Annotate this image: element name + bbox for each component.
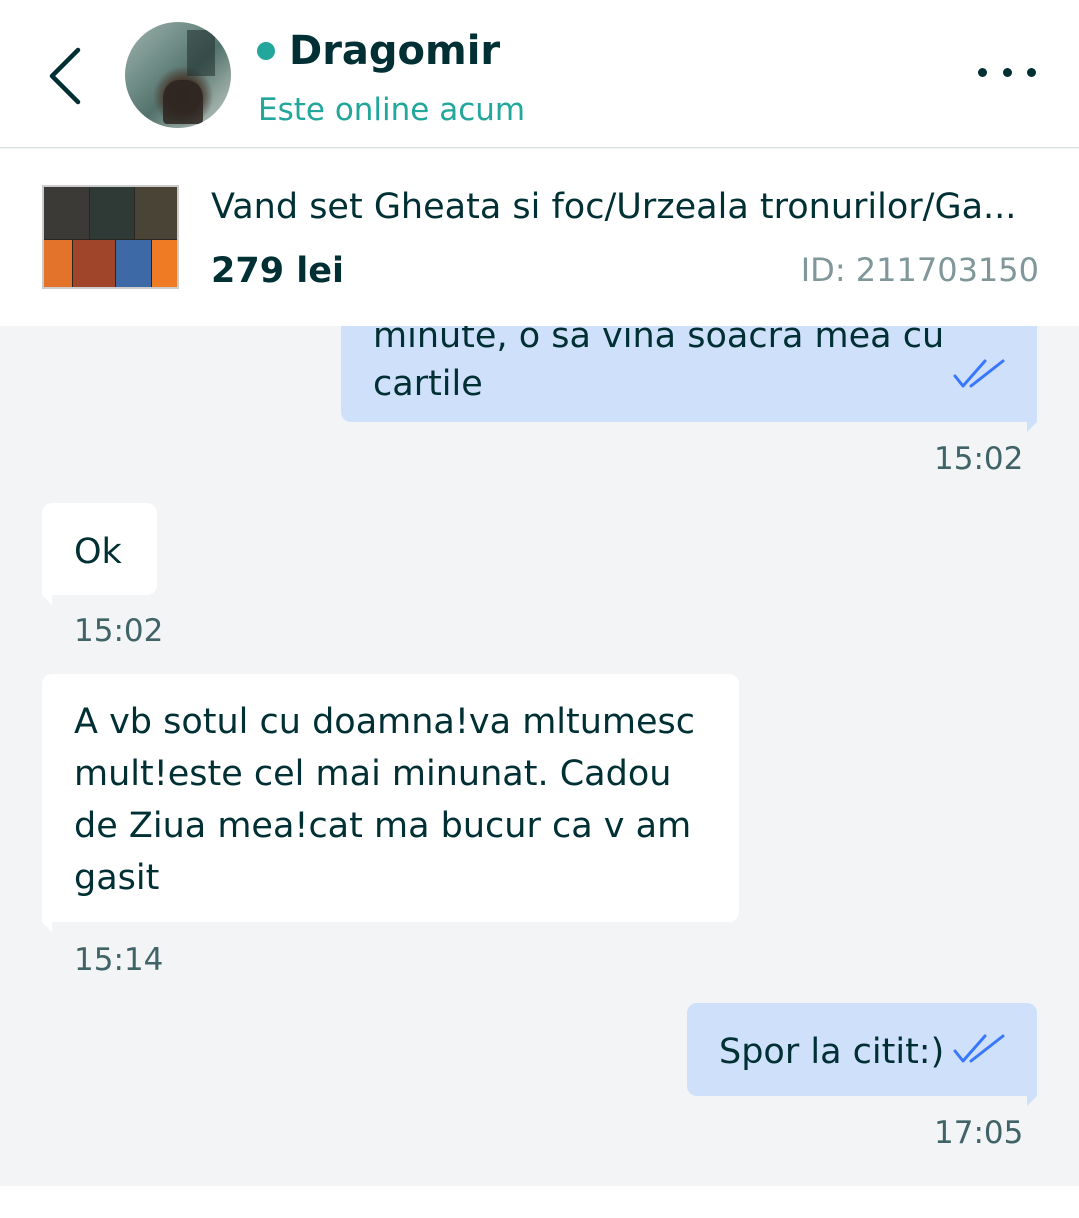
- contact-name[interactable]: Dragomir: [289, 28, 500, 74]
- online-status-text: Este online acum: [258, 92, 526, 128]
- message-line: A vb sotul cu doamna!va mltumesc: [74, 702, 696, 742]
- chevron-left-icon[interactable]: [40, 40, 90, 110]
- bubble-tail: [42, 595, 52, 605]
- ad-thumbnail[interactable]: [42, 185, 179, 289]
- ad-title: Vand set Gheata si foc/Urzeala tronurilo…: [211, 187, 1017, 227]
- contact-name-row: Dragomir: [257, 28, 500, 74]
- bubble-tail: [42, 922, 52, 932]
- ad-price: 279 lei: [211, 251, 344, 291]
- chat-header: Dragomir Este online acum: [0, 0, 1079, 148]
- more-options-icon[interactable]: [978, 60, 1036, 84]
- ad-id: ID: 211703150: [800, 251, 1039, 289]
- bubble-tail: [1027, 1096, 1037, 1106]
- ad-card[interactable]: Vand set Gheata si foc/Urzeala tronurilo…: [0, 149, 1079, 326]
- online-status-dot: [257, 42, 275, 60]
- message-time: 15:14: [74, 942, 164, 978]
- message-line: de Ziua mea!cat ma bucur ca v am: [74, 806, 692, 846]
- message-line: mult!este cel mai minunat. Cadou: [74, 754, 672, 794]
- double-check-icon: [953, 359, 1005, 388]
- bubble-tail: [1027, 422, 1037, 432]
- message-time: 15:02: [74, 613, 164, 649]
- message-line: Ok: [74, 532, 122, 572]
- bottom-bar: [0, 1186, 1079, 1218]
- message-time: 17:05: [934, 1115, 1024, 1151]
- message-line: cartile: [373, 364, 483, 404]
- message-line: gasit: [74, 858, 160, 898]
- message-time: 15:02: [934, 441, 1024, 477]
- message-incoming[interactable]: Ok: [42, 503, 157, 595]
- double-check-icon: [953, 1034, 1005, 1063]
- avatar[interactable]: [125, 22, 231, 128]
- message-incoming[interactable]: A vb sotul cu doamna!va mltumesc mult!es…: [42, 674, 739, 922]
